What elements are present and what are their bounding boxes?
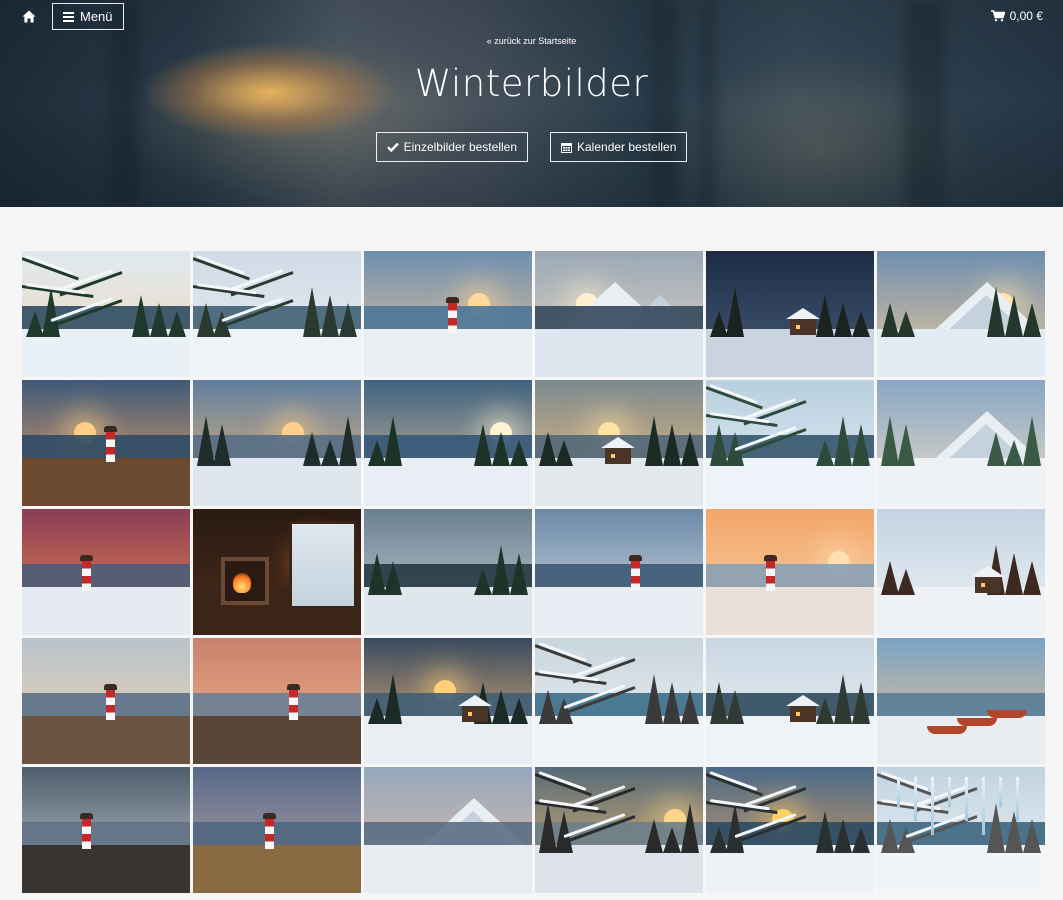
gallery-thumbnail[interactable] [535, 638, 703, 764]
hero-banner: Menü 0,00 € « zurück zur Startseite Wint… [0, 0, 1063, 207]
gallery-thumbnail[interactable] [877, 638, 1045, 764]
gallery-thumbnail[interactable] [193, 767, 361, 893]
gallery-thumbnail[interactable] [22, 638, 190, 764]
gallery-thumbnail[interactable] [364, 767, 532, 893]
menu-label: Menü [80, 9, 113, 24]
gallery-thumbnail[interactable] [706, 509, 874, 635]
order-single-images-button[interactable]: Einzelbilder bestellen [375, 132, 528, 162]
check-icon [386, 142, 399, 152]
order-single-label: Einzelbilder bestellen [403, 140, 517, 154]
menu-button[interactable]: Menü [52, 3, 124, 30]
page-title: Winterbilder [414, 62, 649, 105]
gallery-thumbnail[interactable] [364, 380, 532, 506]
image-gallery [22, 251, 1045, 893]
gallery-thumbnail[interactable] [706, 767, 874, 893]
cart-icon [990, 10, 1005, 22]
cart-button[interactable]: 0,00 € [990, 9, 1043, 23]
order-calendar-button[interactable]: Kalender bestellen [550, 132, 688, 162]
hamburger-icon [63, 11, 74, 22]
gallery-thumbnail[interactable] [364, 251, 532, 377]
gallery-thumbnail[interactable] [535, 251, 703, 377]
gallery-thumbnail[interactable] [877, 767, 1045, 893]
gallery-thumbnail[interactable] [877, 251, 1045, 377]
home-icon[interactable] [18, 6, 40, 28]
gallery-thumbnail[interactable] [364, 509, 532, 635]
gallery-thumbnail[interactable] [22, 767, 190, 893]
gallery-thumbnail[interactable] [193, 380, 361, 506]
gallery-thumbnail[interactable] [535, 509, 703, 635]
gallery-thumbnail[interactable] [193, 251, 361, 377]
gallery-thumbnail[interactable] [706, 638, 874, 764]
gallery-thumbnail[interactable] [22, 380, 190, 506]
gallery-thumbnail[interactable] [22, 509, 190, 635]
cart-total: 0,00 € [1009, 9, 1043, 23]
order-calendar-label: Kalender bestellen [577, 140, 677, 154]
gallery-thumbnail[interactable] [364, 638, 532, 764]
gallery-thumbnail[interactable] [193, 509, 361, 635]
gallery-thumbnail[interactable] [193, 638, 361, 764]
gallery-thumbnail[interactable] [877, 509, 1045, 635]
gallery-thumbnail[interactable] [706, 380, 874, 506]
gallery-thumbnail[interactable] [22, 251, 190, 377]
gallery-thumbnail[interactable] [535, 767, 703, 893]
gallery-thumbnail[interactable] [535, 380, 703, 506]
gallery-thumbnail[interactable] [877, 380, 1045, 506]
calendar-icon [561, 142, 572, 153]
back-to-home-link[interactable]: « zurück zur Startseite [0, 36, 1063, 46]
gallery-thumbnail[interactable] [706, 251, 874, 377]
